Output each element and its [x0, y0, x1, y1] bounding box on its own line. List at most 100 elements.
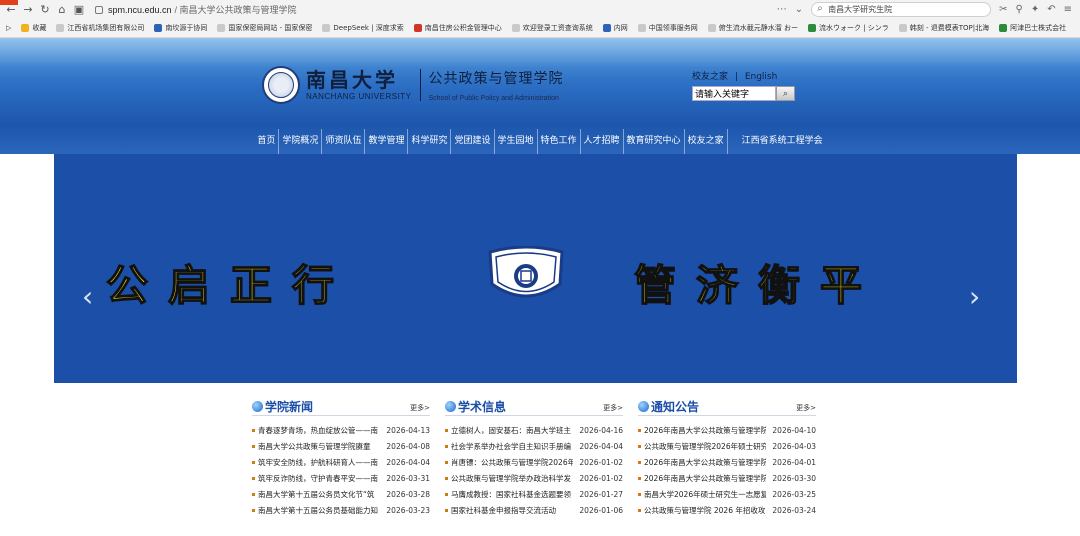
university-name: 南昌大学 NANCHANG UNIVERSITY: [306, 69, 412, 101]
bookmark-item[interactable]: 中国领事服务网: [637, 23, 698, 33]
nav-faculty[interactable]: 师资队伍: [322, 129, 366, 154]
list-item[interactable]: 2026年南昌大学公共政策与管理学院 2026-04-01: [638, 454, 816, 470]
item-date: 2026-03-28: [386, 489, 430, 499]
undo-icon[interactable]: ↶: [1047, 4, 1055, 15]
bullet-icon: [445, 460, 448, 464]
hero-banner[interactable]: 公启正行 管济衡平 ‹ ›: [54, 154, 1017, 383]
bookmark-item[interactable]: 韩刻 - 退费模表TOP|北海: [898, 23, 989, 33]
more-link[interactable]: 更多>: [410, 403, 430, 413]
site-logo[interactable]: 南昌大学 NANCHANG UNIVERSITY 公共政策与管理学院 Schoo…: [262, 66, 564, 104]
browser-search-box[interactable]: 南昌大学研究生院: [811, 2, 992, 17]
list-item[interactable]: 国家社科基金申报指导交流活动 2026-01-06: [445, 502, 623, 518]
nav-alumni[interactable]: 校友之家: [685, 129, 728, 154]
bookmark-item[interactable]: 阿津巴士株式会社: [999, 23, 1066, 33]
address-bar[interactable]: spm.ncu.edu.cn / 南昌大学公共政策与管理学院: [95, 2, 715, 17]
nav-party[interactable]: 党团建设: [451, 129, 495, 154]
list-item[interactable]: 公共政策与管理学院 2026 年招收攻 2026-03-24: [638, 502, 816, 518]
puzzle-icon[interactable]: ✦: [1031, 4, 1039, 15]
list-item[interactable]: 立德树人，固安基石：南昌大学班主 2026-04-16: [445, 422, 623, 438]
nav-features[interactable]: 特色工作: [538, 129, 581, 154]
list-item[interactable]: 马膺成教授：国家社科基金选题要领 2026-01-27: [445, 486, 623, 502]
bookmark-item[interactable]: 南昌住房公积金管理中心: [413, 23, 502, 33]
list-item[interactable]: 公共政策与管理学院2026年硕士研究 2026-04-03: [638, 438, 816, 454]
bookmark-item[interactable]: 南坎源于协同: [154, 23, 207, 33]
item-title: 国家社科基金申报指导交流活动: [451, 505, 556, 515]
bookmark-item[interactable]: 江西省机场集团有限公司: [56, 23, 144, 33]
more-icon[interactable]: ⋯: [777, 4, 787, 15]
column-header: 学术信息 更多>: [445, 398, 623, 416]
item-title: 南昌大学2026年硕士研究生一志愿复: [644, 489, 766, 499]
list-item[interactable]: 青春逐梦青场，热血绽放公管——南 2026-04-13: [252, 422, 430, 438]
site-search: ⌕: [692, 86, 795, 101]
globe-icon: [638, 401, 649, 412]
site-header: 南昌大学 NANCHANG UNIVERSITY 公共政策与管理学院 Schoo…: [0, 38, 1080, 154]
zoom-icon[interactable]: ⚲: [1016, 4, 1023, 15]
sidebar-toggle-icon[interactable]: ▷: [6, 24, 11, 32]
bookmark-item[interactable]: 收藏: [21, 23, 46, 33]
cut-icon[interactable]: ✂: [999, 4, 1007, 15]
item-date: 2026-04-01: [772, 457, 816, 467]
item-title: 2026年南昌大学公共政策与管理学院: [644, 473, 766, 483]
top-links: 校友之家 | English: [692, 69, 781, 82]
item-title: 筑牢反诈防线，守护青春平安——南: [258, 473, 378, 483]
item-date: 2026-04-03: [772, 441, 816, 451]
favicon-icon: [999, 24, 1008, 32]
list-item[interactable]: 南昌大学第十五届公务员文化节“筑 2026-03-28: [252, 486, 430, 502]
bullet-icon: [252, 428, 255, 432]
nav-society[interactable]: 江西省系统工程学会: [728, 129, 826, 154]
bookmark-item[interactable]: 欢迎登录工资查询系统: [511, 23, 593, 33]
list-item[interactable]: 筑牢反诈防线，守护青春平安——南 2026-03-31: [252, 470, 430, 486]
extension-icon[interactable]: ▣: [72, 3, 86, 17]
list-item[interactable]: 南昌大学2026年硕士研究生一志愿复 2026-03-25: [638, 486, 816, 502]
nav-recruitment[interactable]: 人才招聘: [581, 129, 624, 154]
bullet-icon: [445, 428, 448, 432]
forward-icon[interactable]: →: [21, 3, 35, 17]
url-title: / 南昌大学公共政策与管理学院: [174, 5, 297, 15]
list-item[interactable]: 2026年南昌大学公共政策与管理学院 2026-03-30: [638, 470, 816, 486]
list-item[interactable]: 社会学系举办社会学自主知识手册编 2026-04-04: [445, 438, 623, 454]
list-item[interactable]: 南昌大学第十五届公务员基础能力知 2026-03-23: [252, 502, 430, 518]
item-date: 2026-01-02: [579, 473, 623, 483]
more-link[interactable]: 更多>: [603, 403, 623, 413]
list-item[interactable]: 2026年南昌大学公共政策与管理学院 2026-04-10: [638, 422, 816, 438]
item-date: 2026-03-25: [772, 489, 816, 499]
nav-students[interactable]: 学生园地: [495, 129, 538, 154]
chevron-down-icon[interactable]: ⌄: [795, 4, 803, 15]
list-item[interactable]: 筑牢安全防线，护航科研育人——南 2026-04-04: [252, 454, 430, 470]
carousel-next-icon[interactable]: ›: [969, 280, 980, 313]
bullet-icon: [638, 492, 641, 496]
item-title: 2026年南昌大学公共政策与管理学院: [644, 457, 766, 467]
nav-teaching[interactable]: 教学管理: [365, 129, 409, 154]
item-title: 公共政策与管理学院 2026 年招收攻: [644, 505, 766, 515]
bookmark-item[interactable]: 流水ウォーク | シンラ: [807, 23, 889, 33]
item-title: 青春逐梦青场，热血绽放公管——南: [258, 425, 378, 435]
site-search-input[interactable]: [692, 86, 776, 101]
carousel-prev-icon[interactable]: ‹: [82, 280, 93, 313]
item-title: 马膺成教授：国家社科基金选题要领: [451, 489, 571, 499]
item-date: 2026-04-13: [386, 425, 430, 435]
list-item[interactable]: 南昌大学公共政策与管理学院赓童 2026-04-08: [252, 438, 430, 454]
nav-research[interactable]: 科学研究: [408, 129, 452, 154]
bookmark-item[interactable]: 国家保密局网站 - 国家保密: [217, 23, 312, 33]
alumni-link[interactable]: 校友之家: [692, 72, 728, 82]
reload-icon[interactable]: ↻: [38, 3, 52, 17]
bookmark-item[interactable]: 俯生流水截元静水溜 おー: [707, 23, 798, 33]
school-name: 公共政策与管理学院 School of Public Policy and Ad…: [429, 68, 564, 102]
menu-icon[interactable]: ≡: [1064, 4, 1072, 15]
bookmark-item[interactable]: 内网: [602, 23, 628, 33]
item-title: 社会学系举办社会学自主知识手册编: [451, 441, 571, 451]
english-link[interactable]: English: [745, 72, 778, 82]
item-date: 2026-03-30: [772, 473, 816, 483]
column-news: 学院新闻 更多> 青春逐梦青场，热血绽放公管——南 2026-04-13 南昌大学…: [252, 398, 430, 518]
item-date: 2026-04-10: [772, 425, 816, 435]
home-icon[interactable]: ⌂: [55, 3, 69, 17]
nav-home[interactable]: 首页: [254, 129, 280, 154]
bookmark-item[interactable]: DeepSeek | 深度求索: [322, 23, 404, 33]
list-item[interactable]: 肖唐镖：公共政策与管理学院2026年 2026-01-02: [445, 454, 623, 470]
more-link[interactable]: 更多>: [796, 403, 816, 413]
nav-research-center[interactable]: 教育研究中心: [624, 129, 685, 154]
bullet-icon: [445, 508, 448, 512]
nav-about[interactable]: 学院概况: [279, 129, 323, 154]
list-item[interactable]: 公共政策与管理学院举办政治科学发 2026-01-02: [445, 470, 623, 486]
search-icon[interactable]: ⌕: [776, 86, 795, 101]
